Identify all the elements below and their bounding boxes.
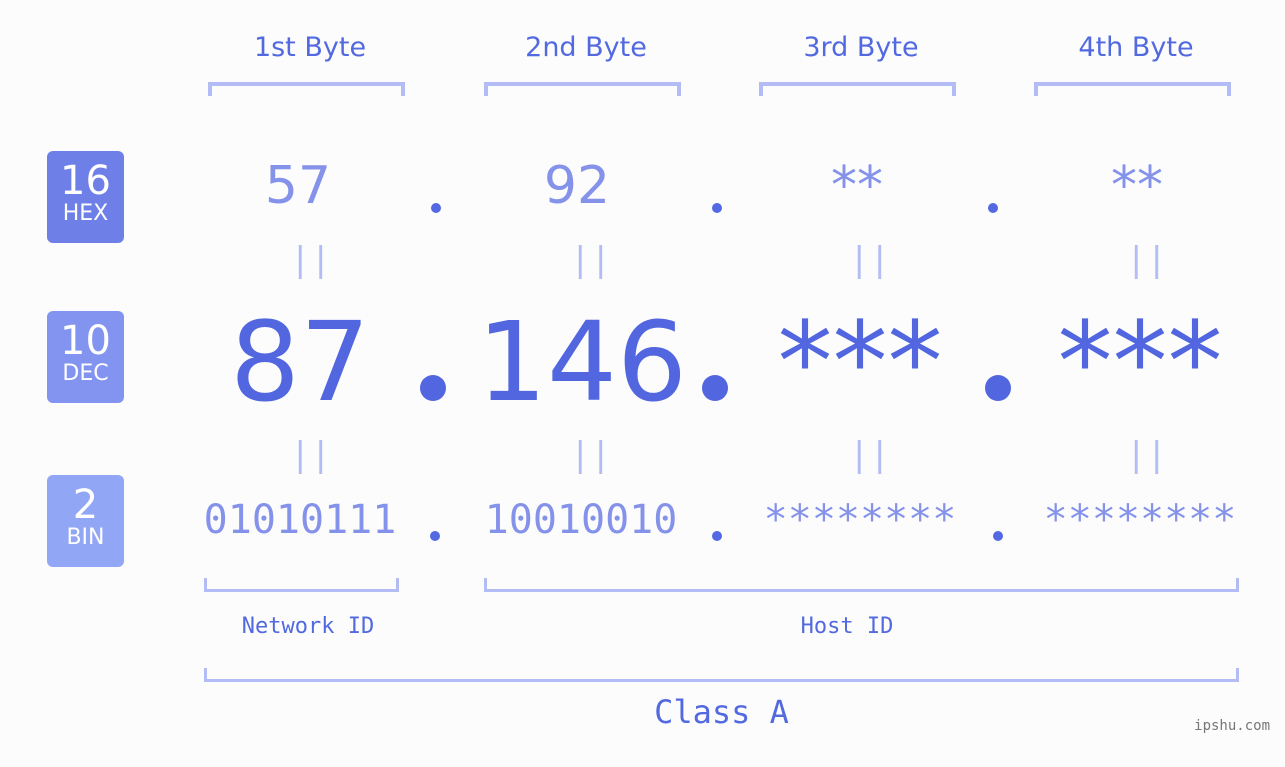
dec-dot-2 [702, 375, 728, 401]
host-id-label: Host ID [800, 614, 894, 639]
equals-dec-bin-2: || [570, 435, 611, 475]
dec-dot-3 [985, 375, 1011, 401]
hex-byte-4: ** [1111, 156, 1163, 216]
byte-header-2: 2nd Byte [525, 32, 647, 63]
bin-badge: 2 BIN [47, 475, 124, 567]
dec-base: 10 [60, 318, 111, 364]
dec-byte-3: *** [777, 298, 943, 426]
equals-dec-bin-1: || [290, 435, 331, 475]
bin-byte-4: ******** [1043, 497, 1237, 543]
byte-header-1: 1st Byte [253, 32, 367, 63]
network-id-bracket [204, 578, 399, 592]
network-id-label: Network ID [241, 614, 375, 639]
dec-label: DEC [62, 361, 109, 386]
bin-dot-2 [712, 531, 722, 541]
class-bracket [204, 668, 1239, 682]
equals-dec-bin-4: || [1126, 435, 1167, 475]
byte-header-4: 4th Byte [1078, 32, 1194, 63]
dec-byte-4: *** [1057, 298, 1223, 426]
hex-dot-3 [988, 203, 998, 213]
byte-header-3: 3rd Byte [803, 32, 919, 63]
host-id-bracket [484, 578, 1239, 592]
watermark: ipshu.com [1194, 718, 1270, 734]
hex-badge: 16 HEX [47, 151, 124, 243]
hex-label: HEX [62, 201, 109, 226]
bin-base: 2 [72, 482, 99, 528]
hex-byte-3: ** [831, 156, 883, 216]
bin-byte-1: 01010111 [203, 497, 397, 543]
bin-byte-3: ******** [763, 497, 957, 543]
bin-byte-2: 10010010 [484, 497, 678, 543]
equals-dec-bin-3: || [849, 435, 890, 475]
dec-byte-2: 146 [477, 298, 687, 426]
byte-bracket-2 [484, 82, 681, 96]
dec-dot-1 [420, 375, 446, 401]
byte-bracket-4 [1034, 82, 1231, 96]
equals-hex-dec-4: || [1126, 240, 1167, 280]
hex-base: 16 [60, 158, 111, 204]
dec-badge: 10 DEC [47, 311, 124, 403]
class-label: Class A [654, 693, 789, 731]
hex-dot-1 [431, 203, 441, 213]
equals-hex-dec-3: || [849, 240, 890, 280]
byte-bracket-1 [208, 82, 405, 96]
equals-hex-dec-1: || [290, 240, 331, 280]
bin-label: BIN [66, 525, 105, 550]
dec-byte-1: 87 [230, 298, 370, 426]
hex-byte-2: 92 [543, 156, 611, 216]
hex-dot-2 [712, 203, 722, 213]
byte-bracket-3 [759, 82, 956, 96]
bin-dot-3 [993, 531, 1003, 541]
bin-dot-1 [430, 531, 440, 541]
hex-byte-1: 57 [264, 156, 332, 216]
equals-hex-dec-2: || [570, 240, 611, 280]
